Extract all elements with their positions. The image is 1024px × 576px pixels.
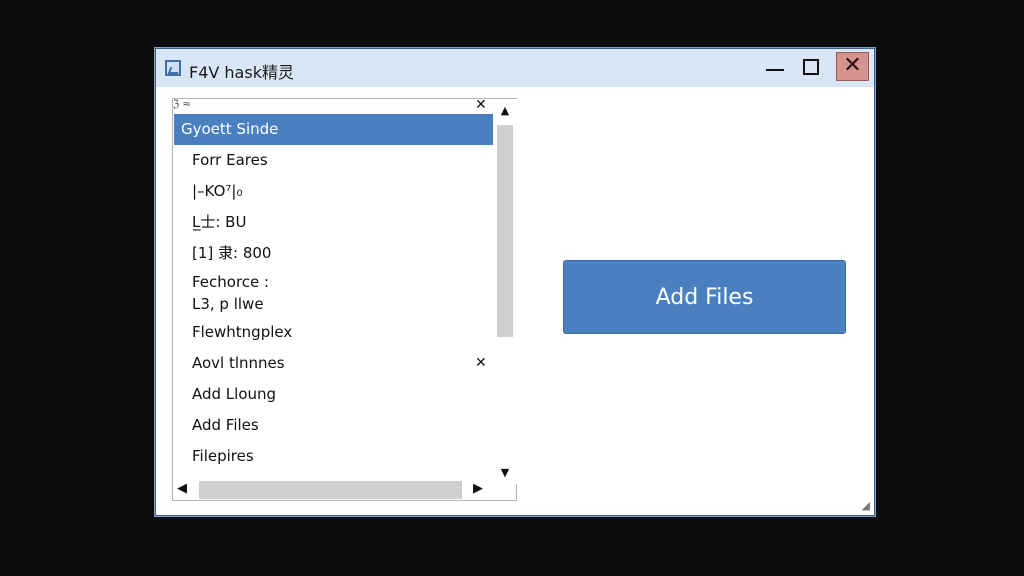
horizontal-scroll-thumb[interactable] xyxy=(199,481,462,499)
list-header: ℨ ≈ ✕ xyxy=(173,97,493,115)
list-item[interactable]: Forr Eares xyxy=(173,145,493,176)
list-header-label: ℨ ≈ xyxy=(173,99,191,110)
window-title: F4V hask精灵 xyxy=(189,63,294,82)
list-item[interactable]: Filepires xyxy=(173,441,493,472)
list-item-label: Fechorce : xyxy=(192,273,270,291)
scroll-right-arrow-icon[interactable]: ▶ xyxy=(473,481,483,496)
scroll-down-arrow-icon[interactable]: ▼ xyxy=(493,465,517,481)
list-item-sublabel: L3, p llwe xyxy=(192,295,264,313)
list-item[interactable]: Flewhtngplex xyxy=(173,317,493,348)
list-item-label: Aovl tlnnnes xyxy=(192,354,285,372)
resize-grip-icon[interactable]: ◢ xyxy=(856,497,870,511)
file-list: Gyoett Sinde Forr Eares |–KO⁷|₀ L̲士: BU … xyxy=(173,114,493,472)
list-item-label: Forr Eares xyxy=(192,151,268,169)
scroll-left-arrow-icon[interactable]: ◀ xyxy=(177,481,187,496)
list-item[interactable]: Aovl tlnnnes ✕ xyxy=(173,348,493,379)
remove-item-close-icon[interactable]: ✕ xyxy=(475,348,487,379)
list-item[interactable]: L̲士: BU xyxy=(173,207,493,238)
horizontal-scrollbar[interactable]: ◀ ▶ xyxy=(173,479,493,500)
list-item[interactable]: |–KO⁷|₀ xyxy=(173,176,493,207)
minimize-button[interactable] xyxy=(760,54,790,82)
image-icon xyxy=(165,60,181,76)
title-bar[interactable]: F4V hask精灵 ✕ xyxy=(156,49,874,87)
list-item-label: Add Files xyxy=(192,416,259,434)
list-item[interactable]: Add Files xyxy=(173,410,493,441)
vertical-scrollbar[interactable]: ▲ ▼ xyxy=(493,99,517,484)
scroll-up-arrow-icon[interactable]: ▲ xyxy=(493,103,517,119)
vertical-scroll-thumb[interactable] xyxy=(497,125,513,337)
close-button[interactable]: ✕ xyxy=(836,52,869,81)
file-list-panel: ℨ ≈ ✕ Gyoett Sinde Forr Eares |–KO⁷|₀ L̲… xyxy=(172,97,517,501)
list-item-label: |–KO⁷|₀ xyxy=(192,182,243,200)
list-item-label: L̲士: BU xyxy=(192,213,247,231)
maximize-button[interactable] xyxy=(796,54,826,82)
list-item[interactable]: Add Lloung xyxy=(173,379,493,410)
list-item[interactable]: [1] 隶: 800 xyxy=(173,238,493,269)
list-item[interactable]: Fechorce : L3, p llwe xyxy=(173,269,493,317)
list-item-label: Flewhtngplex xyxy=(192,323,293,341)
list-item-label: [1] 隶: 800 xyxy=(192,244,272,262)
add-files-button[interactable]: Add Files xyxy=(563,260,846,334)
list-clear-close-icon[interactable]: ✕ xyxy=(475,97,487,113)
list-item-label: Filepires xyxy=(192,447,254,465)
list-item-label: Add Lloung xyxy=(192,385,277,403)
list-item-label: Gyoett Sinde xyxy=(181,120,279,138)
list-item[interactable]: Gyoett Sinde xyxy=(174,114,493,145)
app-window: F4V hask精灵 ✕ ℨ ≈ ✕ Gyoett Sinde Forr Ear… xyxy=(154,47,876,517)
